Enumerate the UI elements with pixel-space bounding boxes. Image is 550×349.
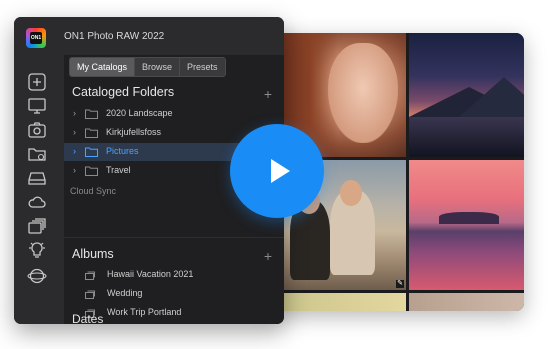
- panel-tabs: My Catalogs Browse Presets: [69, 57, 226, 77]
- cloud-sync-label[interactable]: Cloud Sync: [70, 186, 116, 196]
- drive-icon[interactable]: [27, 169, 47, 187]
- photo-thumbnail[interactable]: [409, 293, 524, 311]
- album-label: Hawaii Vacation 2021: [107, 269, 194, 279]
- chevron-right-icon[interactable]: ›: [73, 165, 76, 175]
- add-folder-button[interactable]: +: [264, 87, 272, 101]
- folder-label: Travel: [106, 165, 131, 175]
- photo-content: [340, 180, 362, 206]
- app-logo-text: ON1: [30, 32, 42, 44]
- tab-presets[interactable]: Presets: [180, 58, 225, 76]
- albums-icon[interactable]: [27, 217, 47, 235]
- plus-square-icon[interactable]: [27, 73, 47, 91]
- app-title: ON1 Photo RAW 2022: [64, 31, 165, 42]
- cloud-icon[interactable]: [27, 193, 47, 211]
- play-video-button[interactable]: [230, 124, 324, 218]
- album-label: Work Trip Portland: [107, 307, 182, 317]
- folder-label: Kirkjufellsfoss: [106, 127, 162, 137]
- albums-title: Albums: [72, 247, 114, 261]
- sidebar: [14, 55, 61, 324]
- photo-content: [459, 77, 524, 117]
- app-logo-icon: ON1: [26, 28, 46, 48]
- tab-my-catalogs[interactable]: My Catalogs: [70, 58, 136, 76]
- album-item[interactable]: Wedding: [64, 285, 284, 303]
- lightbulb-icon[interactable]: [27, 241, 47, 259]
- folder-icon: [85, 128, 98, 138]
- folder-icon: [85, 147, 98, 157]
- photo-thumbnail[interactable]: [409, 33, 524, 157]
- title-bar: ON1 ON1 Photo RAW 2022: [14, 17, 284, 55]
- monitor-icon[interactable]: [27, 97, 47, 115]
- section-divider: [64, 237, 284, 238]
- folder-icon: [85, 109, 98, 119]
- chevron-right-icon[interactable]: ›: [73, 108, 76, 118]
- play-icon: [271, 159, 290, 183]
- camera-icon[interactable]: [27, 121, 47, 139]
- folder-label: 2020 Landscape: [106, 108, 173, 118]
- album-item[interactable]: Hawaii Vacation 2021: [64, 266, 284, 284]
- globe-icon[interactable]: [27, 267, 47, 285]
- cataloged-folders-title: Cataloged Folders: [72, 85, 175, 99]
- photo-content: [328, 43, 398, 143]
- album-label: Wedding: [107, 288, 143, 298]
- tab-browse[interactable]: Browse: [135, 58, 181, 76]
- album-icon: [85, 271, 95, 280]
- folder-cloud-icon[interactable]: [27, 145, 47, 163]
- chevron-right-icon[interactable]: ›: [73, 146, 76, 156]
- folder-icon: [85, 166, 98, 176]
- photo-content: [409, 117, 524, 157]
- folder-item[interactable]: › 2020 Landscape: [64, 105, 284, 123]
- photo-thumbnail[interactable]: [268, 293, 406, 311]
- edit-badge-icon: ✎: [396, 280, 404, 288]
- add-album-button[interactable]: +: [264, 249, 272, 263]
- folder-label: Pictures: [106, 146, 139, 156]
- album-icon: [85, 290, 95, 299]
- photo-content: [439, 212, 499, 224]
- photo-thumbnail[interactable]: [409, 160, 524, 290]
- dates-title: Dates: [72, 312, 104, 324]
- chevron-right-icon[interactable]: ›: [73, 127, 76, 137]
